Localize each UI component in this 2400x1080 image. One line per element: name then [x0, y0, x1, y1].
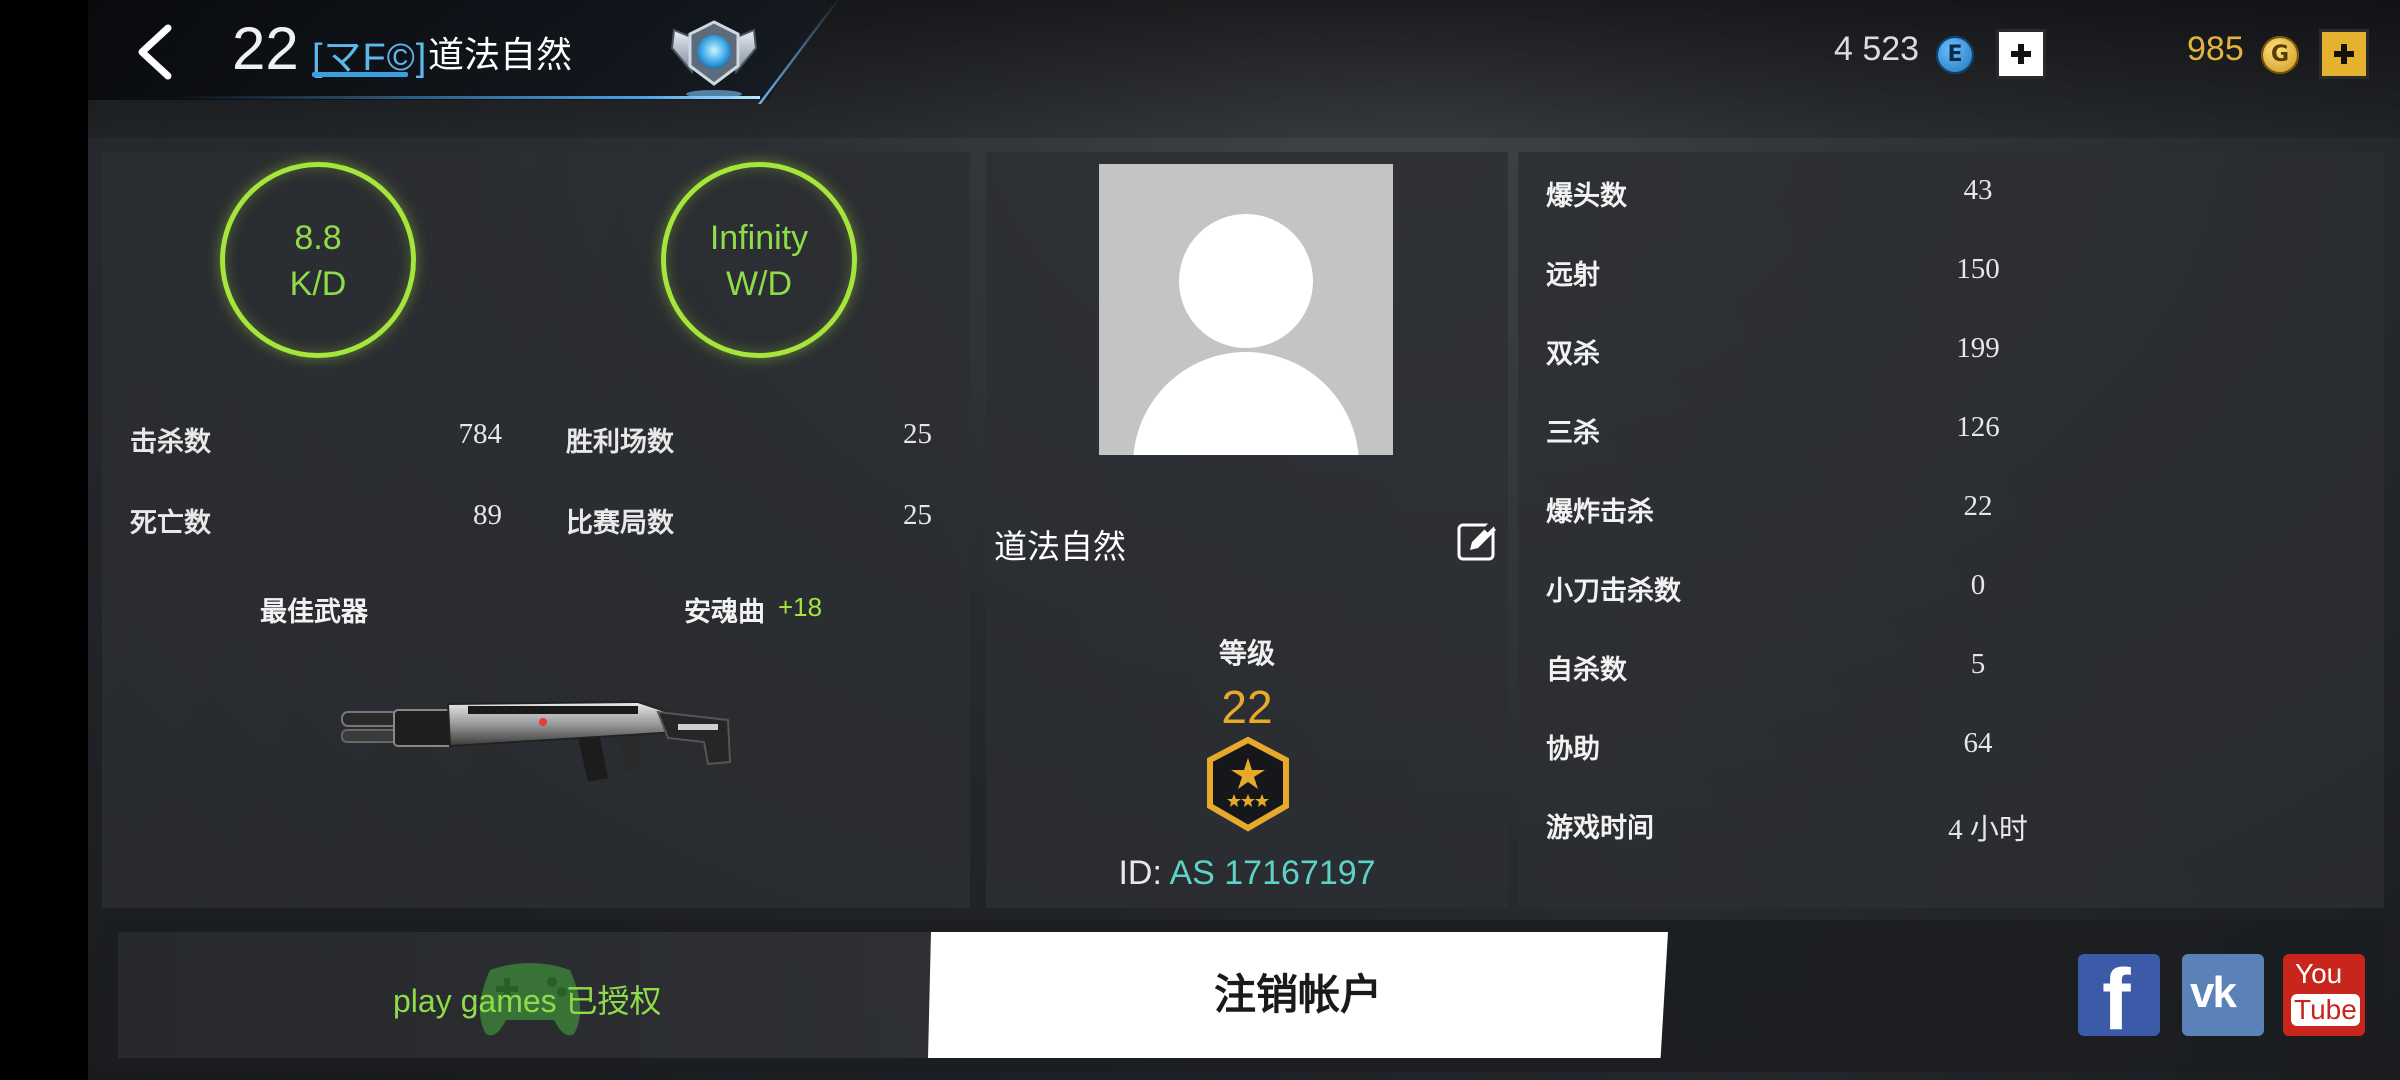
play-games-text: play games	[393, 983, 557, 1019]
headshots-label: 爆头数	[1546, 181, 1627, 212]
playtime-value: 4 小时	[1948, 814, 2028, 846]
knife-kills-label: 小刀击杀数	[1546, 576, 1681, 607]
player-id-value: AS 17167197	[1169, 854, 1376, 892]
rank-star-icon	[1207, 736, 1289, 832]
wd-label: W/D	[725, 265, 793, 303]
knife-kills-value: 0	[1970, 569, 1986, 601]
youtube-you: You	[2295, 958, 2343, 989]
level-title: 等级	[1218, 637, 1275, 670]
double-kills-label: 双杀	[1546, 339, 1600, 370]
rank-badge-icon[interactable]	[668, 14, 760, 100]
youtube-tube: Tube	[2291, 994, 2360, 1026]
avatar[interactable]	[1099, 164, 1393, 455]
player-level: 22	[232, 15, 299, 82]
matches-label: 比赛局数	[566, 508, 674, 539]
long-shots-label: 远射	[1546, 260, 1600, 291]
level-value: 22	[1221, 681, 1273, 733]
vk-icon[interactable]: vk	[2182, 954, 2264, 1036]
kills-value: 784	[458, 418, 503, 450]
assists-value: 64	[1963, 727, 1993, 759]
suicides-label: 自杀数	[1546, 655, 1627, 686]
logout-button[interactable]: 注销帐户	[928, 932, 1668, 1058]
detailed-stats-panel: 爆头数 43 远射 150 双杀 199 三杀 126 爆炸击杀 22 小刀击杀…	[1518, 152, 2384, 908]
triple-kills-label: 三杀	[1546, 418, 1600, 449]
player-id-label: ID:	[1118, 854, 1162, 892]
triple-kills-value: 126	[1956, 411, 2000, 443]
kd-label: K/D	[289, 265, 347, 303]
deaths-value: 89	[473, 499, 502, 531]
deaths-label: 死亡数	[130, 508, 211, 539]
explosive-kills-label: 爆炸击杀	[1546, 497, 1654, 528]
facebook-glyph: f	[2102, 952, 2131, 1048]
kd-ratio-ring: 8.8 K/D	[220, 162, 416, 358]
explosive-kills-value: 22	[1963, 490, 1993, 522]
matches-value: 25	[903, 499, 932, 531]
profile-panel: 道法自然 等级 22 ID: AS 17167197	[986, 152, 1508, 908]
best-weapon-label: 最佳武器	[260, 597, 368, 628]
double-kills-value: 199	[1956, 332, 2000, 364]
player-id: ID: AS 17167197	[986, 854, 1508, 893]
avatar-head-shape	[1179, 214, 1313, 348]
weapon-bonus: +18	[778, 592, 823, 622]
clan-tag-underline	[312, 72, 408, 77]
wins-value: 25	[903, 418, 932, 450]
gold-amount: 985	[2187, 30, 2244, 68]
gold-coin-icon: G	[2261, 36, 2299, 74]
edit-name-icon[interactable]	[1456, 520, 1500, 564]
rifle-icon[interactable]	[338, 692, 738, 812]
youtube-icon[interactable]: You Tube	[2283, 954, 2365, 1036]
authorized-text: 已授权	[565, 983, 662, 1019]
play-games-status: play games 已授权	[393, 976, 662, 1022]
add-credits-button[interactable]	[1996, 29, 2046, 79]
assists-label: 协助	[1546, 734, 1600, 765]
weapon-name: 安魂曲	[684, 597, 765, 628]
vk-glyph: vk	[2190, 968, 2237, 1017]
playtime-label: 游戏时间	[1546, 813, 1654, 844]
credits-amount: 4 523	[1834, 30, 1920, 68]
screen-edge	[0, 0, 88, 1080]
e-credit-coin-icon: E	[1936, 36, 1974, 74]
suicides-value: 5	[1970, 648, 1986, 680]
long-shots-value: 150	[1956, 253, 2000, 285]
wd-value: Infinity	[709, 219, 809, 257]
wd-ratio-ring: Infinity W/D	[661, 162, 857, 358]
wins-label: 胜利场数	[566, 427, 674, 458]
facebook-icon[interactable]: f	[2078, 952, 2160, 1048]
avatar-body-shape	[1133, 352, 1359, 455]
kills-label: 击杀数	[130, 427, 211, 458]
headshots-value: 43	[1963, 174, 1993, 206]
back-arrow-icon[interactable]	[128, 22, 184, 82]
kd-value: 8.8	[294, 219, 342, 257]
player-name: 道法自然	[428, 35, 573, 76]
add-gold-button[interactable]	[2319, 29, 2369, 79]
profile-name: 道法自然	[994, 527, 1126, 566]
